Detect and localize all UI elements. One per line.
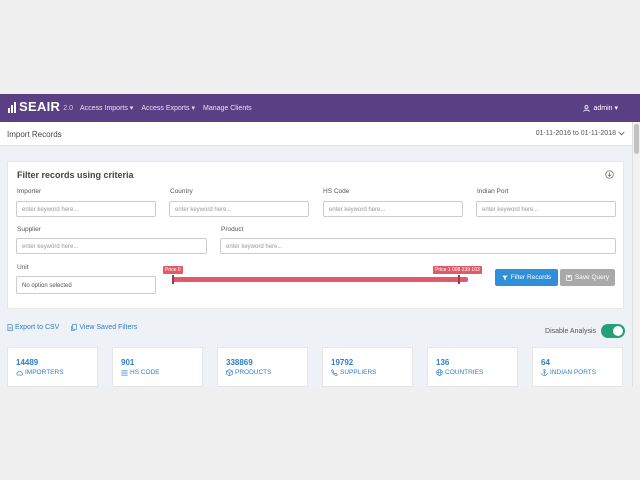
save-query-button[interactable]: Save Query	[560, 269, 615, 286]
product-input[interactable]: enter keyword here...	[220, 238, 616, 254]
main-nav: Access Imports ▾ Access Exports ▾ Manage…	[80, 94, 252, 122]
export-csv-label: Export to CSV	[15, 324, 60, 331]
supplier-label: Supplier	[17, 226, 41, 233]
toggle-knob	[613, 326, 623, 336]
export-csv-link[interactable]: Export to CSV	[7, 324, 59, 331]
globe-icon	[436, 369, 443, 376]
save-query-label: Save Query	[574, 274, 610, 281]
nav-access-exports[interactable]: Access Exports ▾	[141, 104, 195, 112]
bar-chart-icon	[8, 102, 16, 113]
stat-value: 19792	[331, 358, 354, 367]
copy-icon	[71, 324, 78, 331]
viewport-bottom-edge	[0, 387, 640, 480]
page-scrollbar[interactable]	[632, 122, 640, 387]
indian-port-label: Indian Port	[477, 188, 509, 195]
importer-label: Importer	[17, 188, 42, 195]
save-icon	[566, 274, 572, 281]
hs-code-input[interactable]: enter keyword here...	[323, 201, 463, 217]
price-min-tag: Price 0	[163, 266, 183, 274]
stat-card-countries[interactable]: 136 COUNTRIES	[427, 347, 518, 387]
brand-logo[interactable]: SEAIR 2.0	[8, 100, 73, 113]
stat-label: COUNTRIES	[445, 369, 484, 376]
stat-value: 901	[121, 358, 135, 367]
filter-panel: Filter records using criteria Importer e…	[7, 161, 624, 309]
stat-value: 14489	[16, 358, 39, 367]
stat-value: 64	[541, 358, 550, 367]
user-icon	[583, 104, 591, 112]
cloud-icon	[16, 370, 23, 375]
stat-card-hs-code[interactable]: 901 HS CODE	[112, 347, 203, 387]
brand-version: 2.0	[63, 105, 73, 112]
stat-label: PRODUCTS	[235, 369, 272, 376]
download-circle-icon[interactable]	[605, 170, 614, 179]
stat-label: INDIAN PORTS	[550, 369, 597, 376]
stat-caption: IMPORTERS	[16, 369, 64, 376]
stat-label: SUPPLIERS	[340, 369, 377, 376]
stat-label: HS CODE	[130, 369, 160, 376]
stat-card-importers[interactable]: 14489 IMPORTERS	[7, 347, 98, 387]
anchor-icon	[541, 369, 548, 376]
supplier-input[interactable]: enter keyword here...	[16, 238, 207, 254]
filter-icon	[502, 275, 508, 280]
action-links: Export to CSV View Saved Filters	[7, 324, 137, 331]
filter-records-label: Filter Records	[510, 274, 552, 281]
unit-select[interactable]: No option selected	[16, 276, 156, 294]
date-range-text: 01-11-2016 to 01-11-2018	[535, 130, 616, 137]
page-header: Import Records 01-11-2016 to 01-11-2018	[0, 122, 632, 146]
filter-records-button[interactable]: Filter Records	[495, 269, 558, 286]
price-min-handle[interactable]	[172, 275, 174, 284]
unit-label: Unit	[17, 264, 29, 271]
stat-caption: HS CODE	[121, 369, 160, 376]
stat-card-suppliers[interactable]: 19792 SUPPLIERS	[322, 347, 413, 387]
indian-port-input[interactable]: enter keyword here...	[476, 201, 616, 217]
filter-title: Filter records using criteria	[17, 170, 134, 180]
stat-card-indian-ports[interactable]: 64 INDIAN PORTS	[532, 347, 623, 387]
price-range-slider[interactable]	[172, 277, 468, 282]
stat-caption: COUNTRIES	[436, 369, 483, 376]
country-label: Country	[170, 188, 193, 195]
phone-icon	[331, 369, 338, 376]
stat-value: 136	[436, 358, 450, 367]
brand-name: SEAIR	[19, 99, 61, 114]
scrollbar-thumb[interactable]	[634, 124, 639, 154]
view-saved-filters-label: View Saved Filters	[79, 324, 138, 331]
analysis-label: Disable Analysis	[545, 327, 596, 335]
nav-access-imports[interactable]: Access Imports ▾	[80, 104, 133, 112]
stat-card-products[interactable]: 338869 PRODUCTS	[217, 347, 308, 387]
stat-value: 338869	[226, 358, 253, 367]
nav-manage-clients[interactable]: Manage Clients	[203, 105, 252, 112]
product-label: Product	[221, 226, 244, 233]
stat-label: IMPORTERS	[25, 369, 64, 376]
price-max-handle[interactable]	[458, 275, 460, 284]
user-name: admin ▾	[593, 105, 618, 112]
file-icon	[7, 324, 13, 331]
analysis-toggle[interactable]	[601, 324, 625, 338]
list-icon	[121, 370, 128, 375]
stat-caption: INDIAN PORTS	[541, 369, 596, 376]
chevron-down-icon	[618, 131, 625, 136]
user-menu[interactable]: admin ▾	[583, 94, 618, 122]
stat-caption: SUPPLIERS	[331, 369, 377, 376]
country-input[interactable]: enter keyword here...	[169, 201, 309, 217]
price-max-tag: Price 1 008 239 103	[433, 266, 482, 274]
stat-caption: PRODUCTS	[226, 369, 271, 376]
importer-input[interactable]: enter keyword here...	[16, 201, 156, 217]
page-title: Import Records	[7, 130, 62, 139]
analysis-toggle-row: Disable Analysis	[545, 324, 625, 338]
hs-code-label: HS Code	[323, 188, 350, 195]
date-range-picker[interactable]: 01-11-2016 to 01-11-2018	[536, 130, 625, 137]
top-navbar: SEAIR 2.0 Access Imports ▾ Access Export…	[0, 94, 640, 122]
box-icon	[226, 369, 233, 376]
view-saved-filters-link[interactable]: View Saved Filters	[71, 324, 137, 331]
